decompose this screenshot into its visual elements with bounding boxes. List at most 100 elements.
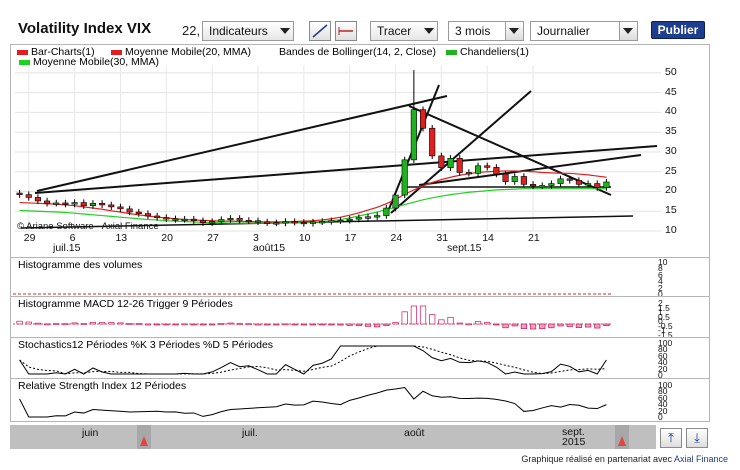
y-tick-label: 30 — [665, 144, 677, 157]
candle-body — [62, 202, 69, 205]
candle-body — [566, 178, 573, 181]
rsi-line — [19, 387, 607, 418]
candle-body — [603, 181, 610, 188]
candle-body — [144, 213, 152, 217]
chart-toolbar: Volatility Index VIX 22, Indicateurs Tra… — [0, 0, 740, 44]
candle-body — [218, 219, 225, 222]
stochastic-d-line — [19, 345, 607, 375]
chart-title: Volatility Index VIX — [18, 20, 152, 37]
candle-body — [264, 221, 271, 224]
y-tick-label: 35 — [665, 125, 677, 138]
warning-triangle-icon — [140, 436, 148, 446]
candle-body — [154, 215, 161, 218]
rsi-panel[interactable]: Relative Strength Index 12 Périodes 100 8… — [10, 378, 710, 422]
macd-bar — [456, 322, 463, 325]
macd-bar — [264, 323, 271, 326]
macd-panel[interactable]: Histogramme MACD 12-26 Trigger 9 Période… — [10, 296, 710, 340]
draw-horizontal-line-button[interactable] — [335, 21, 357, 41]
macd-bar — [346, 323, 353, 326]
macd-bar — [291, 323, 298, 326]
x-tick-label: 14 — [482, 232, 494, 244]
candle-body — [282, 221, 289, 224]
macd-bar — [557, 323, 564, 327]
macd-bar — [474, 321, 482, 325]
macd-bar — [328, 323, 335, 326]
macd-bar — [16, 320, 23, 325]
macd-bar — [209, 323, 216, 326]
macd-bar — [163, 323, 170, 326]
candle-body — [209, 221, 216, 224]
month-label: sept.15 — [447, 242, 482, 254]
candle-body — [447, 157, 454, 169]
candle-body — [511, 176, 518, 182]
credit-line: Graphique réalisé en partenariat avec Ax… — [521, 454, 728, 464]
macd-bar — [529, 323, 537, 330]
candle-body — [502, 173, 509, 182]
candle-body — [199, 220, 207, 224]
candle-body — [355, 217, 362, 220]
x-tick-label: 27 — [207, 232, 219, 244]
main-chart-panel[interactable]: Bar-Charts(1) Moyenne Mobile(20, MMA) Ba… — [10, 44, 710, 258]
y-tick-label: 45 — [665, 85, 677, 98]
candle-body — [474, 165, 482, 174]
time-navigator[interactable]: juin juil. août sept. 2015 — [10, 425, 656, 449]
trend-lines — [20, 84, 658, 229]
macd-bar — [337, 323, 344, 326]
macd-bar — [181, 323, 188, 326]
indicators-dropdown[interactable]: Indicateurs — [202, 21, 294, 41]
draw-line-tool-button[interactable] — [309, 21, 331, 41]
candle-body — [539, 185, 546, 188]
macd-bar — [548, 323, 555, 329]
candle-body — [34, 197, 41, 202]
candle-body — [117, 206, 124, 210]
pan-up-button[interactable]: ⤒ — [660, 428, 682, 448]
macd-bar — [594, 323, 601, 329]
macd-bar — [135, 323, 142, 325]
axial-finance-link[interactable]: Axial Finance — [674, 454, 728, 464]
macd-bar — [172, 323, 179, 326]
candle-body — [328, 220, 335, 223]
last-value: 22, — [182, 23, 201, 38]
draw-dropdown[interactable]: Tracer — [370, 21, 438, 41]
macd-bar — [419, 305, 427, 325]
macd-bar — [34, 322, 42, 325]
volume-panel[interactable]: Histogramme des volumes 10 8 6 4 2 0 — [10, 257, 710, 299]
candle-body — [319, 221, 326, 224]
y-tick-label: 50 — [665, 65, 677, 78]
stochastics-panel[interactable]: Stochastics12 Périodes %K 3 Périodes %D … — [10, 337, 710, 380]
navigator-left-handle[interactable] — [137, 425, 151, 449]
macd-bar — [25, 321, 32, 325]
macd-bar — [309, 323, 317, 326]
candle-body — [236, 218, 243, 221]
period-select[interactable]: 3 mois — [448, 21, 524, 41]
macd-bar — [227, 322, 234, 325]
interval-select[interactable]: Journalier — [530, 21, 638, 41]
macd-bar — [484, 322, 491, 325]
warning-triangle-icon — [618, 436, 626, 446]
macd-bar — [144, 323, 152, 326]
pan-down-button[interactable]: ⤓ — [686, 428, 708, 448]
candle-body — [172, 218, 179, 221]
macd-bar — [566, 323, 573, 327]
macd-bar — [43, 323, 51, 326]
navigator-right-handle[interactable] — [615, 425, 629, 449]
candle-body — [383, 207, 390, 216]
candle-body — [163, 217, 170, 220]
y-tick-label: 25 — [665, 164, 677, 177]
macd-bar — [511, 323, 518, 327]
nav-month-label: août — [404, 427, 425, 439]
candle-body — [227, 218, 234, 221]
macd-bar — [236, 323, 243, 325]
candle-body — [300, 222, 307, 225]
publish-button[interactable]: Publier — [651, 21, 705, 39]
candle-body — [254, 220, 262, 223]
y-tick-label: 15 — [665, 204, 677, 217]
candle-body — [25, 194, 32, 198]
candle-body — [548, 183, 555, 186]
period-value: 3 mois — [455, 24, 491, 38]
candle-body — [364, 216, 372, 219]
x-tick-label: 20 — [161, 232, 173, 244]
macd-bar — [603, 323, 610, 327]
indicators-label: Indicateurs — [209, 24, 268, 38]
candle-body — [135, 211, 142, 214]
